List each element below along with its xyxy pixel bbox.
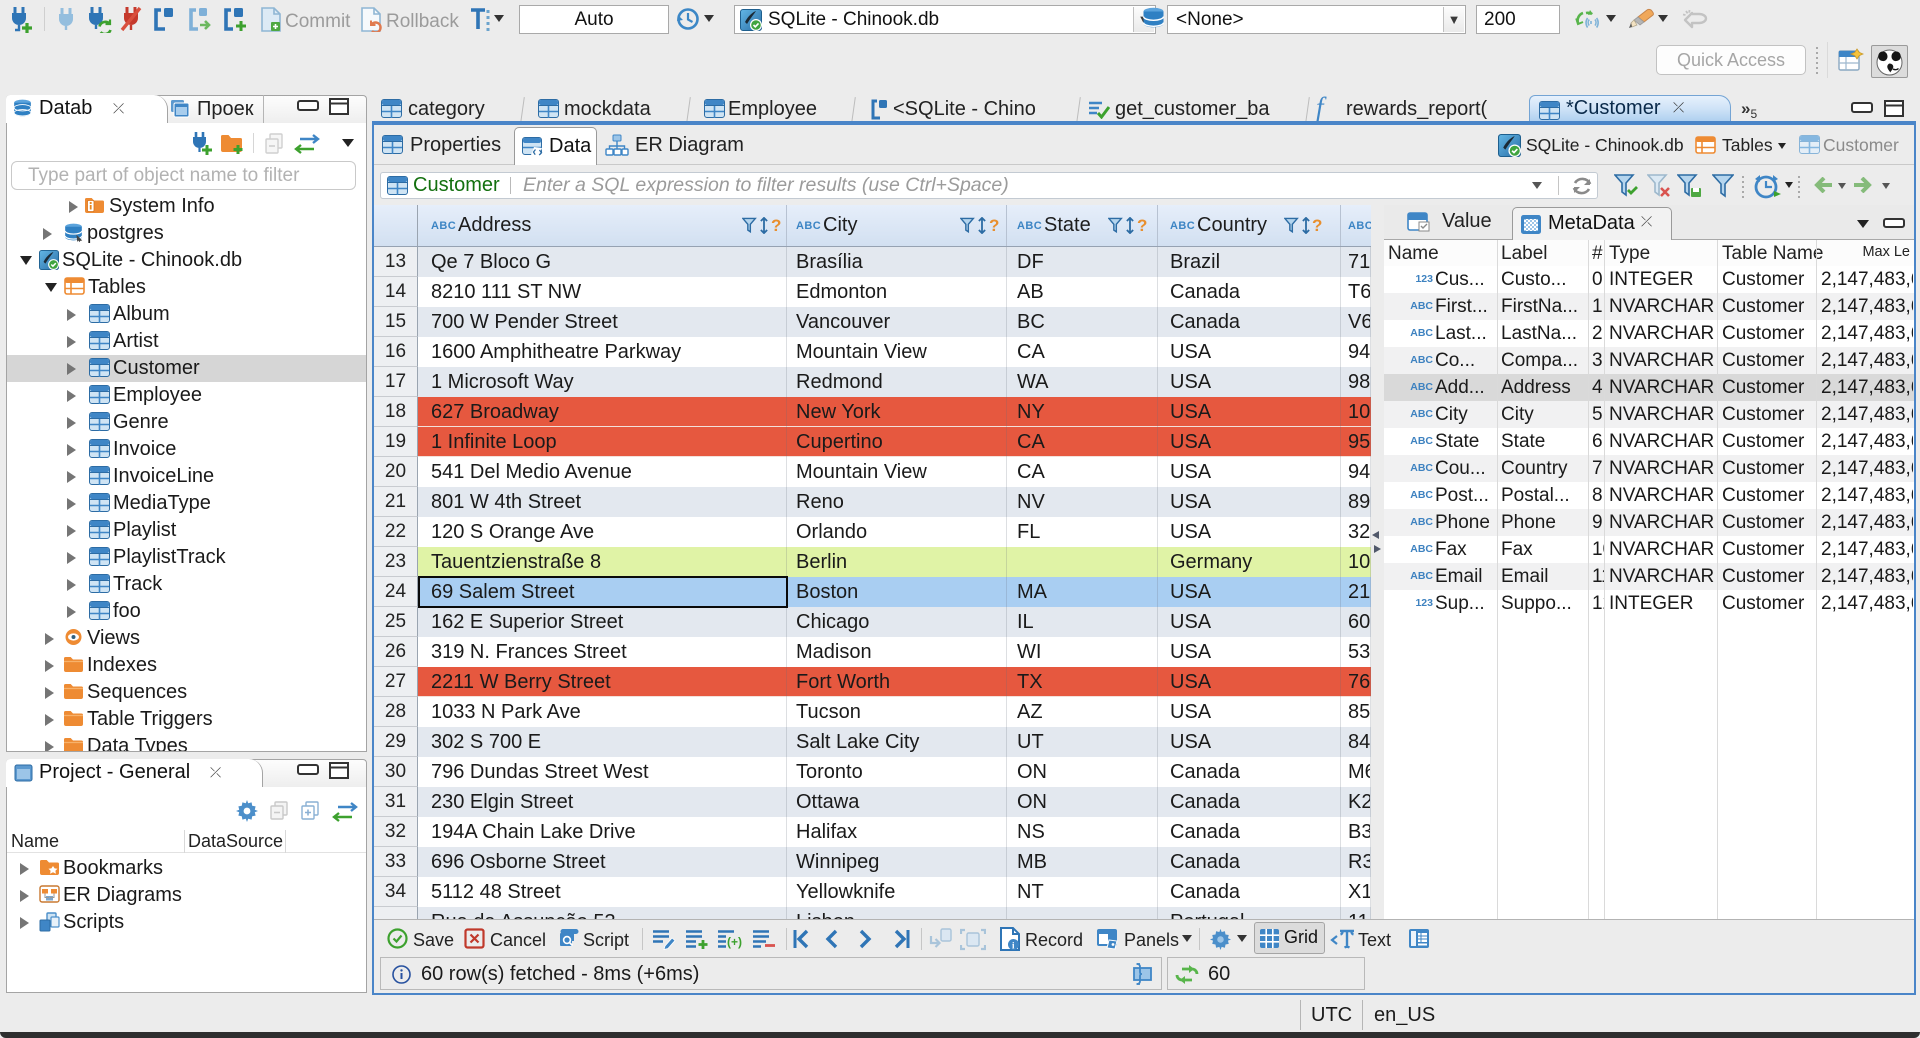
svg-text:(+): (+) (727, 935, 742, 949)
